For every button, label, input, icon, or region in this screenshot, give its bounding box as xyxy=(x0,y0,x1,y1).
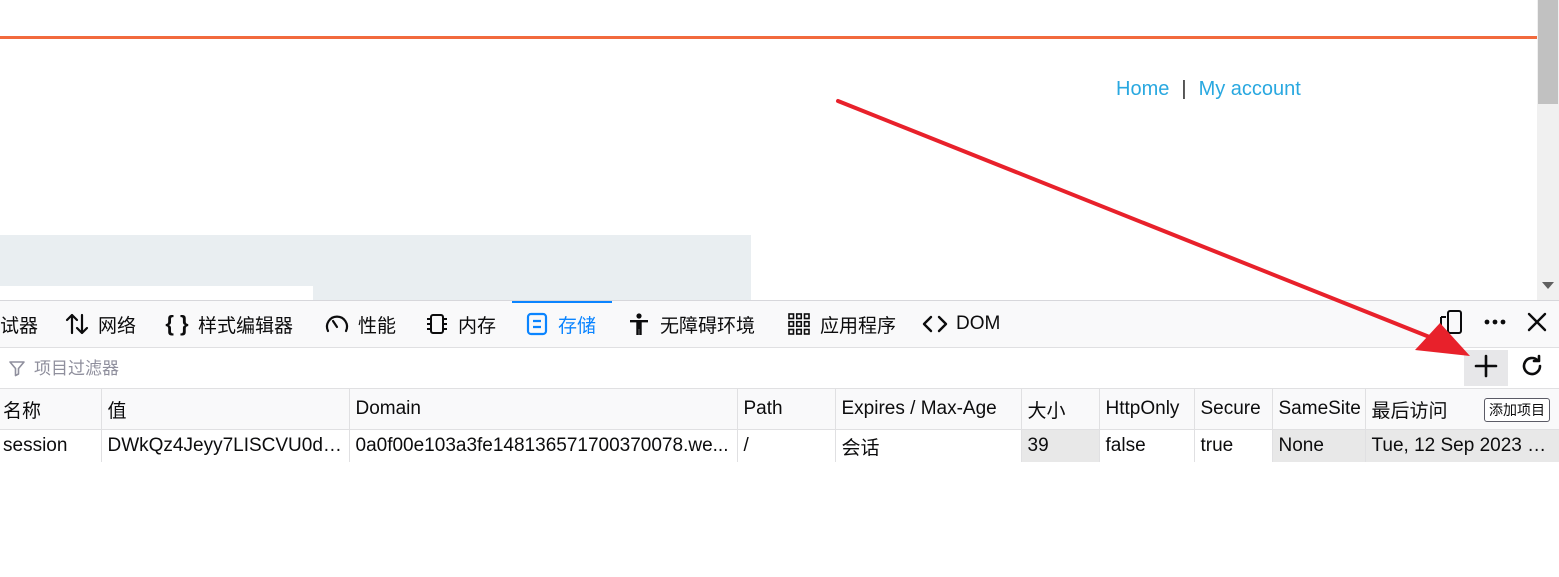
tab-label: 样式编辑器 xyxy=(198,315,294,337)
column-header-value[interactable]: 值 xyxy=(101,389,350,430)
top-nav: Home | My account xyxy=(1116,78,1301,101)
gauge-icon xyxy=(324,311,350,337)
table-header-row: 名称 值 Domain Path Expires / Max-Age 大小 Ht… xyxy=(0,389,1559,430)
plus-icon xyxy=(1473,353,1499,384)
cell-value[interactable]: DWkQz4Jeyy7LISCVU0dj... xyxy=(101,429,350,462)
responsive-design-icon xyxy=(1438,309,1464,340)
tab-label: 性能 xyxy=(358,315,397,337)
column-header-expires[interactable]: Expires / Max-Age xyxy=(835,389,1022,430)
more-options-button[interactable] xyxy=(1480,309,1510,339)
close-devtools-button[interactable] xyxy=(1522,309,1552,339)
column-header-samesite[interactable]: SameSite xyxy=(1272,389,1366,430)
add-item-tooltip: 添加项目 xyxy=(1484,398,1550,422)
header-accent-line xyxy=(0,36,1537,39)
tab-label: 内存 xyxy=(458,315,497,337)
cell-size[interactable]: 39 xyxy=(1021,429,1100,462)
page-scrollbar[interactable] xyxy=(1537,0,1559,300)
column-header-secure[interactable]: Secure xyxy=(1194,389,1273,430)
scroll-down-arrow-icon[interactable] xyxy=(1542,282,1554,289)
accessibility-icon xyxy=(626,311,652,337)
column-header-httponly[interactable]: HttpOnly xyxy=(1099,389,1195,430)
column-header-name[interactable]: 名称 xyxy=(0,389,102,430)
tab-label: 存储 xyxy=(558,315,597,337)
cell-expires[interactable]: 会话 xyxy=(835,429,1022,462)
code-brackets-icon xyxy=(922,311,948,337)
cell-domain[interactable]: 0a0f00e103a3fe148136571700370078.we... xyxy=(349,429,738,462)
cell-httponly[interactable]: false xyxy=(1099,429,1195,462)
add-item-button[interactable] xyxy=(1464,350,1508,386)
cell-path[interactable]: / xyxy=(737,429,836,462)
cell-last-accessed[interactable]: Tue, 12 Sep 2023 1... xyxy=(1365,429,1559,462)
tab-network[interactable]: 网络 xyxy=(64,301,136,347)
close-icon xyxy=(1525,310,1549,339)
column-header-domain[interactable]: Domain xyxy=(349,389,738,430)
braces-icon: { } xyxy=(165,311,189,336)
tab-storage[interactable]: 存储 xyxy=(512,301,612,347)
tab-memory[interactable]: 内存 xyxy=(424,301,496,347)
table-row[interactable]: session DWkQz4Jeyy7LISCVU0dj... 0a0f00e1… xyxy=(0,429,1559,462)
network-arrows-icon xyxy=(64,311,90,337)
refresh-icon xyxy=(1519,353,1545,384)
panel-tab xyxy=(0,286,313,300)
tab-label: 试器 xyxy=(0,315,39,337)
filter-bar xyxy=(0,348,1559,389)
my-account-link[interactable]: My account xyxy=(1199,78,1301,100)
storage-icon xyxy=(524,311,550,337)
web-page: Home | My account xyxy=(0,0,1537,300)
tab-label: 无障碍环境 xyxy=(660,315,756,337)
refresh-button[interactable] xyxy=(1514,352,1550,384)
tab-label: 网络 xyxy=(98,315,137,337)
tab-dom[interactable]: DOM xyxy=(922,301,1000,347)
memory-chip-icon xyxy=(424,311,450,337)
tab-accessibility[interactable]: 无障碍环境 xyxy=(626,301,755,347)
tab-label: 应用程序 xyxy=(820,315,897,337)
tab-application[interactable]: 应用程序 xyxy=(786,301,896,347)
cookies-table: 名称 值 Domain Path Expires / Max-Age 大小 Ht… xyxy=(0,389,1559,462)
tab-performance[interactable]: 性能 xyxy=(324,301,396,347)
devtools-toolbar-actions xyxy=(1436,301,1552,347)
nav-separator: | xyxy=(1181,78,1187,100)
more-dots-icon xyxy=(1482,309,1508,340)
grid-icon xyxy=(786,311,812,337)
devtools-tabbar: 试器 网络 { } 样式编辑器 性能 内存 存储 无障碍环境 应用程序 DOM xyxy=(0,301,1559,348)
column-header-size[interactable]: 大小 xyxy=(1021,389,1100,430)
cell-name[interactable]: session xyxy=(0,429,102,462)
column-header-path[interactable]: Path xyxy=(737,389,836,430)
cell-samesite[interactable]: None xyxy=(1272,429,1366,462)
filter-funnel-icon xyxy=(8,359,26,382)
devtools-panel: 试器 网络 { } 样式编辑器 性能 内存 存储 无障碍环境 应用程序 DOM … xyxy=(0,300,1559,577)
responsive-design-button[interactable] xyxy=(1436,309,1466,339)
scrollbar-thumb[interactable] xyxy=(1538,0,1558,104)
tab-label: DOM xyxy=(956,313,1001,334)
home-link[interactable]: Home xyxy=(1116,78,1169,100)
item-filter-input[interactable] xyxy=(32,356,1436,382)
tab-style-editor[interactable]: { } 样式编辑器 xyxy=(164,301,293,347)
cell-secure[interactable]: true xyxy=(1194,429,1273,462)
tab-inspector[interactable]: 试器 xyxy=(0,301,38,347)
